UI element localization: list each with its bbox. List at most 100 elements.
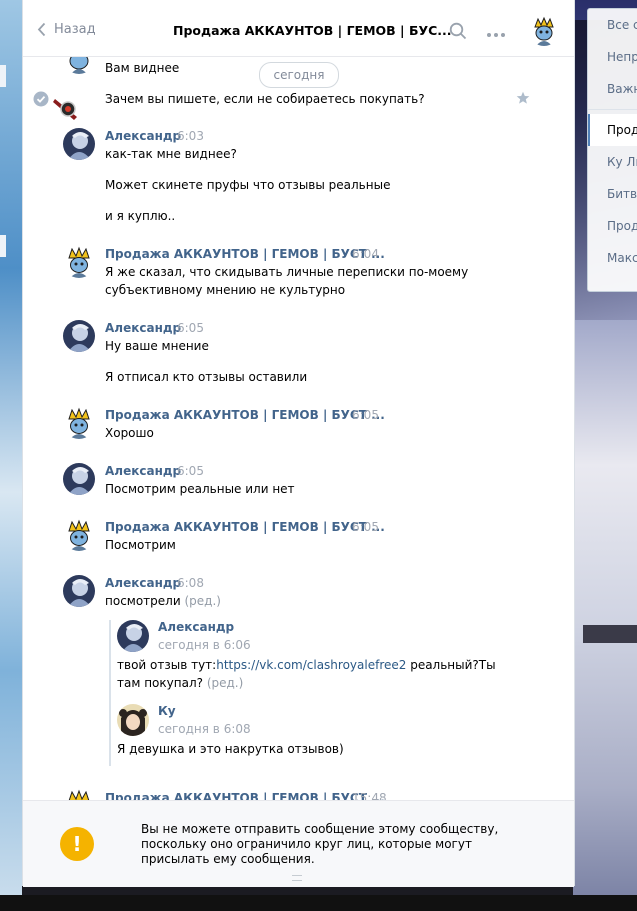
menu-item-active-dialog[interactable]: Прод bbox=[588, 114, 637, 146]
edited-label[interactable]: (ред.) bbox=[184, 594, 220, 608]
menu-item-dialog[interactable]: Битв bbox=[588, 178, 637, 210]
star-icon bbox=[516, 91, 530, 104]
message-time[interactable]: 6:05 bbox=[177, 321, 204, 335]
forwarded-avatar[interactable] bbox=[117, 620, 149, 652]
menu-item-dialog[interactable]: Макс bbox=[588, 242, 637, 274]
avatar[interactable] bbox=[63, 575, 95, 607]
message-time[interactable]: 15:48 bbox=[352, 791, 387, 800]
forwarded-text-part: там покупал? bbox=[117, 676, 203, 690]
message-time[interactable]: 6:05 bbox=[177, 464, 204, 478]
taskbar-strip bbox=[0, 895, 637, 911]
king-avatar-image bbox=[63, 789, 95, 800]
warning-icon: ! bbox=[60, 827, 94, 861]
sender-name[interactable]: Продажа АККАУНТОВ | ГЕМОВ | БУСТ ... bbox=[105, 408, 385, 422]
message-text: Вам виднее bbox=[105, 61, 180, 75]
menu-item-all[interactable]: Все с bbox=[588, 9, 637, 41]
warning-text: Вы не можете отправить сообщение этому с… bbox=[141, 822, 499, 866]
dialogs-menu: Все с Непр Важн Прод Ку Ли Битв Прод Мак… bbox=[587, 8, 637, 292]
more-icon bbox=[487, 33, 505, 37]
search-icon bbox=[449, 22, 467, 40]
sender-avatar[interactable] bbox=[53, 94, 81, 122]
king-avatar-image bbox=[529, 16, 559, 46]
message-time[interactable]: 6:03 bbox=[177, 129, 204, 143]
background-art-left bbox=[0, 0, 22, 895]
back-label: Назад bbox=[54, 22, 96, 37]
forwarded-text: там покупал? (ред.) bbox=[117, 674, 243, 692]
message-list: Вам виднее Зачем вы пишете, если не соби… bbox=[23, 56, 574, 800]
message-link[interactable]: https://vk.com/clashroyalefree2 bbox=[216, 658, 406, 672]
forwarded-time[interactable]: сегодня в 6:08 bbox=[158, 722, 251, 736]
message-text: Зачем вы пишете, если не собираетесь пок… bbox=[105, 92, 425, 106]
user-avatar-image bbox=[117, 620, 149, 652]
date-separator: сегодня bbox=[259, 62, 339, 88]
message-text: посмотрели (ред.) bbox=[105, 592, 221, 610]
user-avatar-image bbox=[63, 320, 95, 352]
community-avatar[interactable] bbox=[529, 16, 559, 46]
king-avatar-image bbox=[63, 246, 95, 278]
avatar[interactable] bbox=[63, 320, 95, 352]
forwarded-sender-name[interactable]: Александр bbox=[158, 620, 234, 634]
search-button[interactable] bbox=[449, 22, 467, 43]
message-text: Посмотрим bbox=[105, 538, 176, 552]
forwarded-text: Я девушка и это накрутка отзывов) bbox=[117, 742, 344, 756]
message-text: Я отписал кто отзывы оставили bbox=[105, 370, 308, 384]
resize-handle[interactable] bbox=[292, 875, 302, 881]
avatar[interactable] bbox=[63, 789, 95, 800]
message-time[interactable]: 6:04 bbox=[352, 247, 379, 261]
emblem-avatar-image bbox=[53, 94, 81, 122]
user-avatar-image bbox=[63, 463, 95, 495]
anime-avatar-image bbox=[117, 704, 149, 736]
back-button[interactable]: Назад bbox=[37, 22, 96, 37]
sender-name[interactable]: Александр bbox=[105, 576, 181, 590]
menu-item-dialog[interactable]: Прод bbox=[588, 210, 637, 242]
menu-item-unread[interactable]: Непр bbox=[588, 41, 637, 73]
king-avatar-image bbox=[63, 519, 95, 551]
forwarded-sender-name[interactable]: Ку bbox=[158, 704, 176, 718]
message-text: Я же сказал, что скидывать личные перепи… bbox=[105, 265, 469, 279]
forwarded-text-part: твой отзыв тут: bbox=[117, 658, 217, 672]
sender-name[interactable]: Продажа АККАУНТОВ | ГЕМОВ | БУСТ ... bbox=[105, 520, 385, 534]
user-avatar-image bbox=[63, 128, 95, 160]
message-text: Может скинете пруфы что отзывы реальные bbox=[105, 178, 391, 192]
chat-header: Назад Продажа АККАУНТОВ | ГЕМОВ | БУС... bbox=[23, 0, 574, 57]
forwarded-time[interactable]: сегодня в 6:06 bbox=[158, 638, 251, 652]
message-text: Хорошо bbox=[105, 426, 154, 440]
message-text: как-так мне виднее? bbox=[105, 147, 237, 161]
king-avatar-image bbox=[63, 407, 95, 439]
message-time[interactable]: 6:05 bbox=[352, 520, 379, 534]
menu-item-dialog[interactable]: Ку Ли bbox=[588, 146, 637, 178]
message-text: Посмотрим реальные или нет bbox=[105, 482, 295, 496]
message-time[interactable]: 6:05 bbox=[352, 408, 379, 422]
sender-name[interactable]: Александр bbox=[105, 129, 181, 143]
star-button[interactable] bbox=[516, 91, 530, 108]
sender-name[interactable]: Александр bbox=[105, 321, 181, 335]
forwarded-text: твой отзыв тут:https://vk.com/clashroyal… bbox=[117, 656, 517, 674]
composer-blocked-notice: ! Вы не можете отправить сообщение этому… bbox=[23, 800, 574, 887]
background-detail bbox=[0, 235, 6, 257]
sender-name[interactable]: Александр bbox=[105, 464, 181, 478]
message-time[interactable]: 6:08 bbox=[177, 576, 204, 590]
sender-name[interactable]: Продажа АККАУНТОВ | ГЕМОВ | БУСТ ... bbox=[105, 247, 385, 261]
avatar[interactable] bbox=[63, 463, 95, 495]
message-text: субъективному мнению не культурно bbox=[105, 283, 346, 297]
message-body: посмотрели bbox=[105, 594, 181, 608]
avatar[interactable] bbox=[63, 407, 95, 439]
chat-panel: Назад Продажа АККАУНТОВ | ГЕМОВ | БУС... bbox=[22, 0, 575, 887]
more-button[interactable] bbox=[486, 27, 506, 41]
chat-title[interactable]: Продажа АККАУНТОВ | ГЕМОВ | БУС... bbox=[173, 23, 452, 38]
edited-label[interactable]: (ред.) bbox=[207, 676, 243, 690]
avatar[interactable] bbox=[63, 519, 95, 551]
king-avatar-image bbox=[63, 56, 95, 74]
chevron-left-icon bbox=[37, 22, 46, 37]
forwarded-bar bbox=[109, 620, 111, 766]
read-check-icon bbox=[33, 91, 49, 110]
menu-item-important[interactable]: Важн bbox=[588, 73, 637, 105]
forwarded-avatar[interactable] bbox=[117, 704, 149, 736]
avatar[interactable] bbox=[63, 246, 95, 278]
user-avatar-image bbox=[63, 575, 95, 607]
background-detail bbox=[0, 65, 6, 87]
avatar[interactable] bbox=[63, 128, 95, 160]
menu-divider bbox=[588, 109, 637, 110]
sender-name[interactable]: Продажа АККАУНТОВ | ГЕМОВ | БУСТ ... bbox=[105, 791, 385, 800]
avatar[interactable] bbox=[63, 56, 95, 74]
